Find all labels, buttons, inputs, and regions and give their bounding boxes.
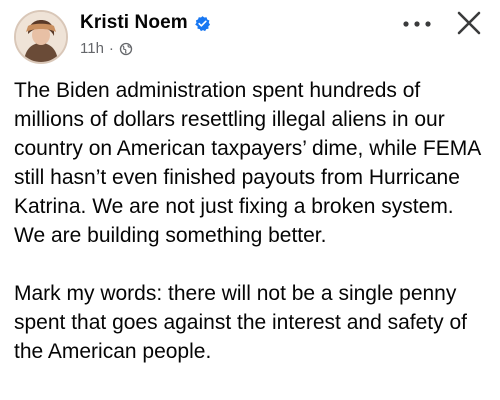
author-avatar[interactable] — [14, 10, 68, 64]
post-meta: 11h · — [80, 40, 211, 57]
post-body: The Biden administration spent hundreds … — [14, 76, 484, 395]
post-header: Kristi Noem 11h · — [14, 8, 486, 68]
more-horizontal-icon[interactable] — [402, 14, 432, 34]
facebook-post: Kristi Noem 11h · The Biden administrati… — [0, 0, 500, 400]
author-info: Kristi Noem 11h · — [80, 12, 211, 57]
close-icon[interactable] — [454, 8, 484, 38]
post-paragraph-2: Mark my words: there will not be a singl… — [14, 282, 467, 363]
author-row: Kristi Noem — [80, 12, 211, 34]
meta-separator: · — [108, 40, 114, 57]
avatar-portrait-icon — [16, 12, 66, 62]
post-timestamp[interactable]: 11h — [80, 40, 104, 57]
post-paragraph-1: The Biden administration spent hundreds … — [14, 79, 481, 247]
author-name[interactable]: Kristi Noem — [80, 12, 188, 34]
verified-badge-icon — [194, 15, 211, 32]
globe-icon — [119, 42, 133, 56]
